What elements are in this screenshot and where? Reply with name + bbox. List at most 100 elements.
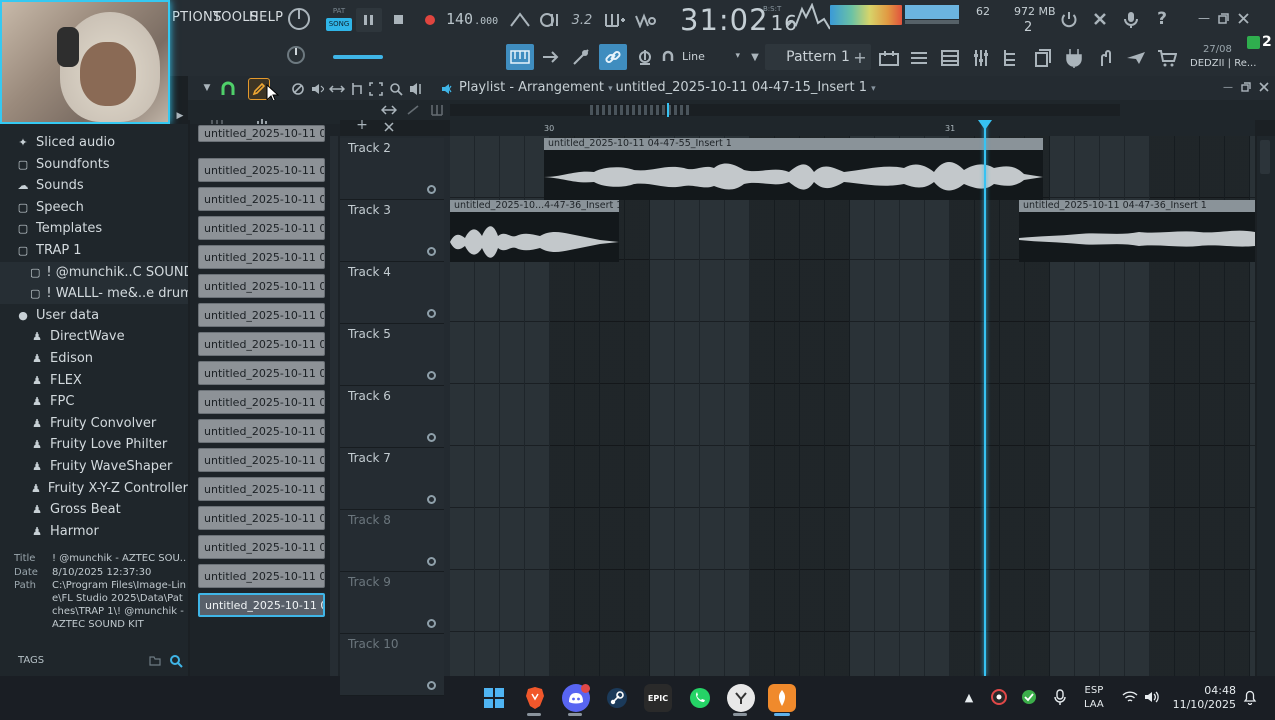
windows-start-icon[interactable]: [480, 684, 508, 712]
track-header[interactable]: Track 3: [340, 200, 444, 262]
clip-source-button[interactable]: untitled_2025-10-11 04-...: [198, 332, 325, 356]
wifi-icon[interactable]: [1121, 688, 1139, 706]
tempo-display[interactable]: 140.000: [446, 7, 498, 31]
track-mute-icon[interactable]: [427, 557, 436, 566]
clip-list-scrollbar[interactable]: [330, 136, 338, 676]
browser-item[interactable]: ♟ Harmor: [0, 521, 188, 542]
scroll-arrows-icon[interactable]: [380, 102, 398, 118]
playlist-menu-icon[interactable]: ▼: [201, 82, 213, 94]
tray-chevron-up-icon[interactable]: ▲: [962, 690, 976, 704]
track-mute-icon[interactable]: [427, 619, 436, 628]
timeline-ruler[interactable]: [450, 120, 1255, 136]
keyboard-language[interactable]: ESP LAA: [1084, 684, 1104, 712]
loop-record-icon[interactable]: [632, 8, 658, 32]
browser-item[interactable]: ♟ Fruity Love Philter: [0, 434, 188, 455]
track-mute-icon[interactable]: [427, 371, 436, 380]
overview-tool-icon[interactable]: [404, 102, 422, 118]
minimize-icon[interactable]: —: [1196, 10, 1212, 26]
fl-studio-taskbar-icon[interactable]: [768, 684, 796, 712]
countdown-icon[interactable]: 3.2: [570, 8, 594, 32]
browser-item[interactable]: ♟ Fruity Convolver: [0, 413, 188, 434]
cart-icon[interactable]: [1155, 46, 1179, 70]
brave-browser-icon[interactable]: [521, 684, 549, 712]
clear-x-icon[interactable]: [382, 120, 396, 134]
mixer-knob-icon[interactable]: [632, 44, 658, 70]
project-files-icon[interactable]: [1031, 46, 1055, 70]
clip-source-button[interactable]: untitled_2025-10-11 04-...: [198, 216, 325, 240]
browser-item[interactable]: ♟ Fruity X-Y-Z Controller: [0, 478, 188, 499]
plugin-picker-icon[interactable]: [1062, 46, 1086, 70]
clip-source-button[interactable]: untitled_2025-10-11 04-...: [198, 158, 325, 182]
help-icon[interactable]: ?: [1151, 8, 1173, 30]
clip-source-button[interactable]: untitled_2025-10-11 04-...: [198, 361, 325, 385]
master-volume-knob-icon[interactable]: [285, 44, 307, 66]
mixer-icon[interactable]: [938, 46, 962, 70]
link-icon[interactable]: [599, 44, 627, 70]
add-pattern-icon[interactable]: +: [852, 48, 868, 67]
pat-song-toggle[interactable]: PAT SONG: [326, 5, 352, 33]
clip-source-button[interactable]: untitled_2025-10-11 04-...: [198, 477, 325, 501]
clip-source-button[interactable]: untitled_2025-10-11 04-...: [198, 125, 325, 142]
browser-item[interactable]: ♟ Fruity WaveShaper: [0, 456, 188, 477]
pause-button[interactable]: [356, 8, 382, 32]
close-x-icon[interactable]: [1089, 8, 1111, 30]
speaker-icon[interactable]: [308, 80, 326, 98]
power-icon[interactable]: [1058, 8, 1080, 30]
touch-controller-icon[interactable]: [1093, 46, 1117, 70]
snap-selector[interactable]: Line ▾: [662, 44, 740, 68]
zoom-icon[interactable]: [387, 80, 405, 98]
clip-source-button[interactable]: untitled_2025-10-11 04-...: [198, 390, 325, 414]
clip-source-button[interactable]: untitled_2025-10-11 04-...: [198, 593, 325, 617]
volume-icon[interactable]: [1143, 688, 1161, 706]
playhead[interactable]: [984, 126, 986, 676]
track-mute-icon[interactable]: [427, 309, 436, 318]
tray-microphone-icon[interactable]: [1051, 688, 1069, 706]
browser-item[interactable]: ✦ Sliced audio: [0, 132, 188, 153]
clip-source-button[interactable]: untitled_2025-10-11 04-...: [198, 448, 325, 472]
track-mute-icon[interactable]: [427, 247, 436, 256]
epic-games-icon[interactable]: EPIC: [644, 684, 672, 712]
wait-input-icon[interactable]: [538, 8, 564, 32]
tray-shield-icon[interactable]: [1020, 688, 1038, 706]
restore-icon[interactable]: [1215, 10, 1231, 26]
yandex-icon[interactable]: [727, 684, 755, 712]
track-mute-icon[interactable]: [427, 433, 436, 442]
track-mute-icon[interactable]: [427, 495, 436, 504]
playlist-close-icon[interactable]: [1257, 80, 1271, 94]
magnet-snap-icon[interactable]: [218, 79, 238, 99]
browser-item[interactable]: ▢ TRAP 1: [0, 240, 188, 261]
browser-item[interactable]: ♟ FPC: [0, 391, 188, 412]
overview-keys-icon[interactable]: [428, 102, 446, 118]
track-header[interactable]: Track 9: [340, 572, 444, 634]
playback-tool-icon[interactable]: [407, 80, 425, 98]
add-track-icon[interactable]: +: [355, 117, 369, 133]
slide-tool-icon[interactable]: [568, 44, 594, 70]
window-close-icon[interactable]: [1235, 10, 1251, 26]
folder-icon[interactable]: [148, 654, 162, 668]
track-header[interactable]: Track 8: [340, 510, 444, 572]
scrollbar-thumb[interactable]: [1260, 140, 1270, 174]
audio-clip[interactable]: untitled_2025-10-11 04-47-36_Insert 1: [1019, 200, 1255, 262]
steam-icon[interactable]: [603, 684, 631, 712]
news-title[interactable]: DEDZII | Re...: [1190, 58, 1256, 69]
record-button[interactable]: [418, 8, 442, 32]
playlist-icon[interactable]: [877, 46, 901, 70]
track-header[interactable]: Track 5: [340, 324, 444, 386]
browser-collapse-icon[interactable]: ▶: [175, 109, 185, 123]
tray-clock[interactable]: 04:48 11/10/2025: [1172, 684, 1236, 712]
airplane-icon[interactable]: [1124, 46, 1148, 70]
step-edit-icon[interactable]: [601, 8, 627, 32]
microphone-icon[interactable]: [1120, 8, 1142, 30]
arrow-right-icon[interactable]: [538, 44, 564, 70]
clip-source-button[interactable]: untitled_2025-10-11 04-...: [198, 187, 325, 211]
arrangement-chevron-icon[interactable]: ▾: [871, 84, 876, 94]
select-tool-icon[interactable]: [367, 80, 385, 98]
browser-item[interactable]: ▢ Soundfonts: [0, 154, 188, 175]
audio-clip[interactable]: untitled_2025-10...4-47-36_Insert 1: [450, 200, 622, 262]
audio-clip[interactable]: untitled_2025-10-11 04-47-55_Insert 1: [544, 138, 1043, 200]
stop-button[interactable]: [387, 8, 411, 32]
track-header[interactable]: Track 2: [340, 138, 444, 200]
browser-item[interactable]: ♟ FLEX: [0, 370, 188, 391]
playlist-restore-icon[interactable]: [1239, 80, 1253, 94]
browser-item[interactable]: ♟ Gross Beat: [0, 499, 188, 520]
